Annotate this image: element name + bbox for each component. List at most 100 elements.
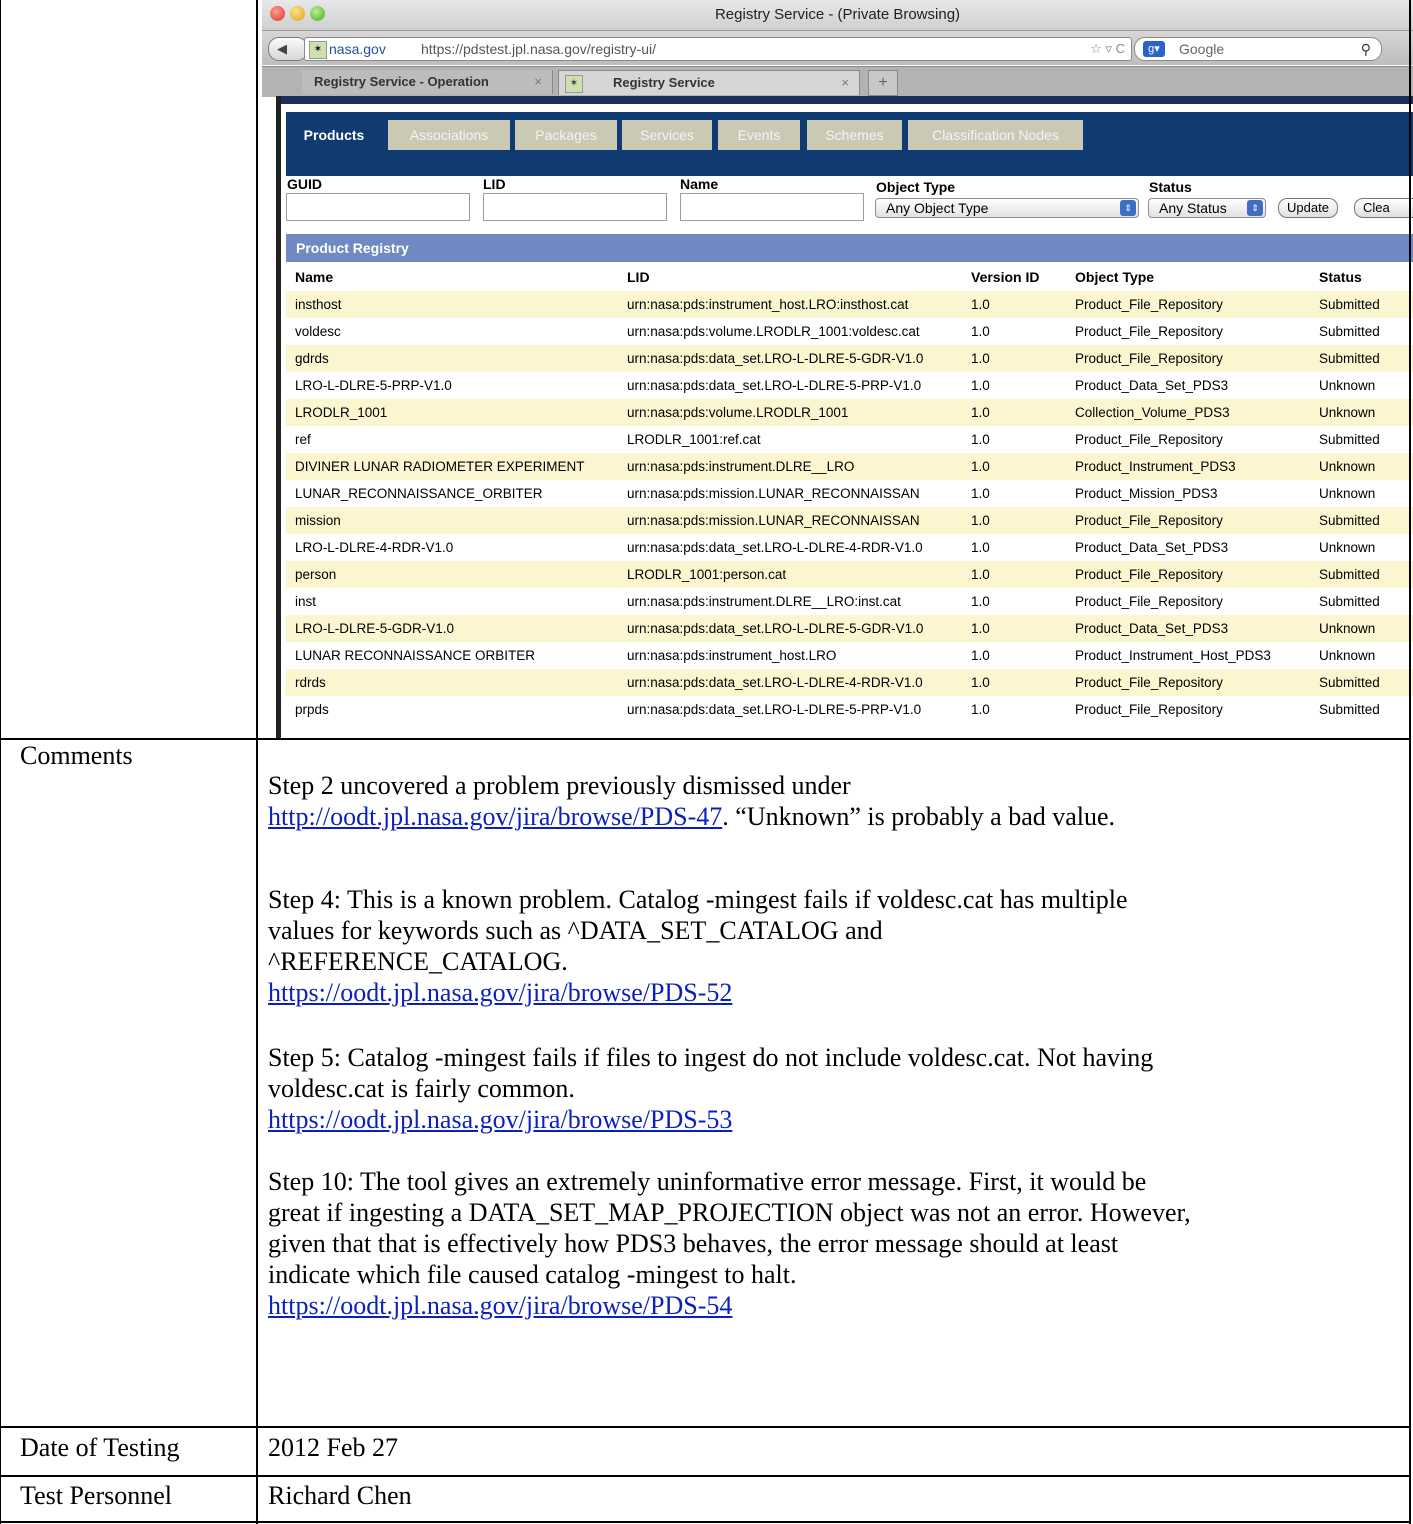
table-row[interactable]: LRO-L-DLRE-4-RDR-V1.0 urn:nasa:pds:data_s… bbox=[286, 534, 1413, 561]
cell-status: Submitted bbox=[1319, 675, 1380, 690]
table-row[interactable]: ref LRODLR_1001:ref.cat 1.0 Product_File_Re… bbox=[286, 426, 1413, 453]
address-bar[interactable]: ✶ nasa.gov https://pdstest.jpl.nasa.gov/… bbox=[304, 37, 1132, 61]
tab-services[interactable]: Services bbox=[622, 120, 712, 150]
browser-screenshot: Registry Service - (Private Browsing) ◀ … bbox=[262, 0, 1413, 738]
cell-object-type: Product_Instrument_PDS3 bbox=[1075, 459, 1236, 474]
cell-lid: urn:nasa:pds:data_set.LRO-L-DLRE-5-GDR-V… bbox=[627, 351, 924, 366]
cell-object-type: Product_File_Repository bbox=[1075, 324, 1223, 339]
lid-input[interactable] bbox=[483, 193, 667, 221]
jira-link-pds-54[interactable]: https://oodt.jpl.nasa.gov/jira/browse/PD… bbox=[268, 1291, 732, 1320]
google-logo-icon[interactable]: g▾ bbox=[1143, 41, 1165, 57]
column-header-name[interactable]: Name bbox=[295, 264, 623, 291]
search-box[interactable]: g▾ Google ⚲ bbox=[1134, 37, 1382, 61]
bookmark-star-icon[interactable]: ☆ ▿ C bbox=[1090, 38, 1125, 60]
browser-tab-operation[interactable]: Registry Service - Operation × bbox=[302, 70, 553, 94]
date-of-testing-label: Date of Testing bbox=[20, 1433, 180, 1462]
update-button[interactable]: Update bbox=[1278, 198, 1338, 218]
table-row[interactable]: inst urn:nasa:pds:instrument.DLRE__LRO:in… bbox=[286, 588, 1413, 615]
search-icon[interactable]: ⚲ bbox=[1361, 38, 1371, 60]
table-row[interactable]: LUNAR_RECONNAISSANCE_ORBITER urn:nasa:pds… bbox=[286, 480, 1413, 507]
cell-version-id: 1.0 bbox=[971, 351, 990, 366]
browser-tab-registry[interactable]: ✶ Registry Service × bbox=[558, 70, 860, 95]
test-personnel-value: Richard Chen bbox=[268, 1481, 412, 1510]
cell-status: Submitted bbox=[1319, 351, 1380, 366]
url-domain-badge: nasa.gov bbox=[329, 41, 386, 57]
tab-packages[interactable]: Packages bbox=[515, 120, 617, 150]
cell-lid: urn:nasa:pds:mission.LUNAR_RECONNAISSAN bbox=[627, 486, 920, 501]
cell-object-type: Collection_Volume_PDS3 bbox=[1075, 405, 1230, 420]
cell-object-type: Product_File_Repository bbox=[1075, 567, 1223, 582]
cell-lid: urn:nasa:pds:instrument_host.LRO bbox=[627, 648, 837, 663]
table-row[interactable]: LUNAR RECONNAISSANCE ORBITER urn:nasa:pds… bbox=[286, 642, 1413, 669]
table-row[interactable]: DIVINER LUNAR RADIOMETER EXPERIMENT urn:n… bbox=[286, 453, 1413, 480]
cell-lid: urn:nasa:pds:volume.LRODLR_1001:voldesc.… bbox=[627, 324, 920, 339]
cell-status: Submitted bbox=[1319, 567, 1380, 582]
guid-label: GUID bbox=[287, 176, 322, 192]
tab-events[interactable]: Events bbox=[718, 120, 800, 150]
tab-classification-nodes[interactable]: Classification Nodes bbox=[908, 120, 1083, 150]
comment-line: given that that is effectively how PDS3 … bbox=[268, 1229, 1119, 1258]
tab-products[interactable]: Products bbox=[286, 120, 382, 156]
column-header-version-id[interactable]: Version ID bbox=[971, 264, 1071, 291]
clear-button[interactable]: Clea bbox=[1354, 198, 1413, 218]
column-header-status[interactable]: Status bbox=[1319, 264, 1413, 291]
app-banner-strip bbox=[281, 96, 1413, 104]
cell-version-id: 1.0 bbox=[971, 324, 990, 339]
window-left-edge bbox=[276, 96, 281, 738]
cell-name: ref bbox=[295, 432, 311, 447]
cell-name: LRO-L-DLRE-5-PRP-V1.0 bbox=[295, 378, 452, 393]
cell-object-type: Product_File_Repository bbox=[1075, 297, 1223, 312]
cell-version-id: 1.0 bbox=[971, 486, 990, 501]
table-row[interactable]: LRO-L-DLRE-5-PRP-V1.0 urn:nasa:pds:data_s… bbox=[286, 372, 1413, 399]
cell-status: Unknown bbox=[1319, 486, 1376, 501]
cell-status: Submitted bbox=[1319, 513, 1380, 528]
table-row[interactable]: LRODLR_1001 urn:nasa:pds:volume.LRODLR_10… bbox=[286, 399, 1413, 426]
cell-version-id: 1.0 bbox=[971, 675, 990, 690]
cell-name: insthost bbox=[295, 297, 342, 312]
cell-lid: urn:nasa:pds:instrument.DLRE__LRO bbox=[627, 459, 855, 474]
object-type-select[interactable]: Any Object Type ⇕ bbox=[875, 198, 1139, 218]
cell-lid: urn:nasa:pds:data_set.LRO-L-DLRE-4-RDR-V… bbox=[627, 540, 923, 555]
test-report-document: Registry Service - (Private Browsing) ◀ … bbox=[0, 0, 1413, 1524]
jira-link-pds-53[interactable]: https://oodt.jpl.nasa.gov/jira/browse/PD… bbox=[268, 1105, 732, 1134]
cell-object-type: Product_File_Repository bbox=[1075, 432, 1223, 447]
cell-lid: urn:nasa:pds:instrument.DLRE__LRO:inst.c… bbox=[627, 594, 901, 609]
table-row[interactable]: prpds urn:nasa:pds:data_set.LRO-L-DLRE-5-… bbox=[286, 696, 1413, 723]
table-row[interactable]: LRO-L-DLRE-5-GDR-V1.0 urn:nasa:pds:data_s… bbox=[286, 615, 1413, 642]
jira-link-pds-52[interactable]: https://oodt.jpl.nasa.gov/jira/browse/PD… bbox=[268, 978, 732, 1007]
back-button[interactable]: ◀ bbox=[268, 37, 308, 61]
new-tab-button[interactable]: + bbox=[868, 70, 898, 96]
name-input[interactable] bbox=[680, 193, 864, 221]
comment-line: Step 4: This is a known problem. Catalog… bbox=[268, 885, 1128, 914]
cell-name: gdrds bbox=[295, 351, 329, 366]
browser-tab-bar: Registry Service - Operation × ✶ Registr… bbox=[262, 66, 1413, 97]
window-titlebar: Registry Service - (Private Browsing) bbox=[262, 0, 1413, 31]
tab-associations[interactable]: Associations bbox=[388, 120, 510, 150]
table-row[interactable]: rdrds urn:nasa:pds:data_set.LRO-L-DLRE-4-… bbox=[286, 669, 1413, 696]
status-select[interactable]: Any Status ⇕ bbox=[1148, 198, 1266, 218]
table-border-right bbox=[1409, 0, 1411, 1524]
cell-status: Submitted bbox=[1319, 594, 1380, 609]
column-header-lid[interactable]: LID bbox=[627, 264, 967, 291]
search-engine-label: Google bbox=[1179, 41, 1225, 57]
tab-schemes[interactable]: Schemes bbox=[807, 120, 902, 150]
table-row[interactable]: mission urn:nasa:pds:mission.LUNAR_RECONN… bbox=[286, 507, 1413, 534]
cell-lid: urn:nasa:pds:data_set.LRO-L-DLRE-5-PRP-V… bbox=[627, 702, 922, 717]
guid-input[interactable] bbox=[286, 193, 470, 221]
table-row[interactable]: insthost urn:nasa:pds:instrument_host.LRO… bbox=[286, 291, 1413, 318]
jira-link-pds-47[interactable]: http://oodt.jpl.nasa.gov/jira/browse/PDS… bbox=[268, 802, 722, 831]
cell-object-type: Product_Data_Set_PDS3 bbox=[1075, 378, 1229, 393]
cell-name: LRO-L-DLRE-4-RDR-V1.0 bbox=[295, 540, 454, 555]
close-tab-icon[interactable]: × bbox=[534, 70, 542, 94]
comment-step-10: Step 10: The tool gives an extremely uni… bbox=[268, 1166, 1398, 1321]
close-tab-icon[interactable]: × bbox=[841, 71, 849, 95]
status-value: Any Status bbox=[1159, 200, 1227, 216]
table-row[interactable]: voldesc urn:nasa:pds:volume.LRODLR_1001:v… bbox=[286, 318, 1413, 345]
table-row[interactable]: gdrds urn:nasa:pds:data_set.LRO-L-DLRE-5-… bbox=[286, 345, 1413, 372]
column-header-object-type[interactable]: Object Type bbox=[1075, 264, 1315, 291]
cell-status: Unknown bbox=[1319, 378, 1376, 393]
cell-name: LUNAR_RECONNAISSANCE_ORBITER bbox=[295, 486, 543, 501]
table-row[interactable]: person LRODLR_1001:person.cat 1.0 Product_F… bbox=[286, 561, 1413, 588]
url-text[interactable]: https://pdstest.jpl.nasa.gov/registry-ui… bbox=[421, 38, 656, 60]
comments-label: Comments bbox=[20, 741, 133, 770]
